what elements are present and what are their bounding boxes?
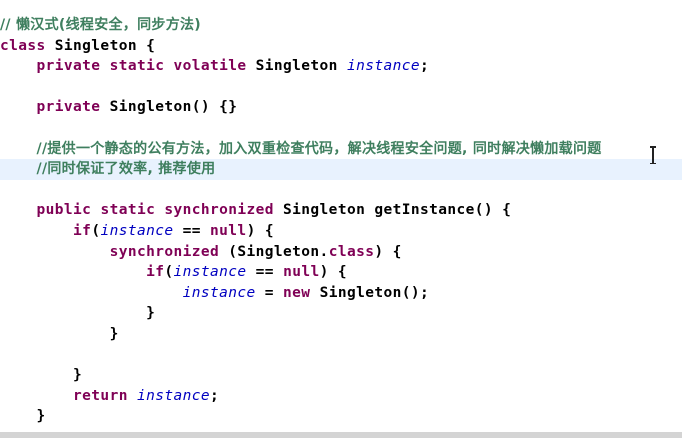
code-keyword: class (0, 37, 46, 54)
text-cursor-icon (650, 146, 656, 164)
code-keyword: if (146, 264, 165, 281)
code-text: } (146, 305, 156, 322)
code-text: } (36, 408, 46, 425)
code-line[interactable]: class Singleton { (0, 36, 682, 57)
code-text: ; (420, 58, 430, 75)
code-line[interactable]: synchronized (Singleton.class) { (0, 242, 682, 263)
code-text: (Singleton. (219, 243, 329, 260)
code-keyword: private static volatile (36, 58, 247, 75)
code-comment: // 懒汉式(线程安全，同步方法) (0, 17, 201, 33)
code-text: ) { (246, 223, 274, 239)
code-line[interactable] (0, 345, 682, 366)
code-line[interactable]: } (0, 365, 682, 386)
code-keyword: if (73, 223, 92, 239)
code-text: Singleton getInstance() { (273, 202, 512, 219)
code-text: } (73, 367, 83, 384)
code-keyword: new (283, 284, 311, 301)
code-line[interactable]: //同时保证了效率, 推荐使用 (0, 159, 682, 181)
code-line[interactable]: instance = new Singleton(); (0, 283, 682, 304)
code-keyword: class (328, 243, 375, 260)
code-keyword: null (283, 264, 320, 281)
code-keyword: return (73, 387, 128, 404)
code-line[interactable]: } (0, 324, 682, 345)
code-keyword: public static synchronized (36, 202, 274, 219)
code-line[interactable] (0, 118, 682, 139)
code-text: ) { (374, 243, 402, 260)
code-text: Singleton { (45, 37, 156, 54)
code-comment: //提供一个静态的公有方法，加入双重检查代码，解决线程安全问题, 同时解决懒加载… (36, 140, 602, 157)
code-keyword: synchronized (109, 243, 220, 260)
code-line[interactable]: private static volatile Singleton instan… (0, 56, 682, 77)
code-field: instance (182, 284, 256, 301)
code-text: == (173, 223, 211, 239)
code-line[interactable]: if(instance == null) { (0, 262, 682, 283)
code-text: ) { (319, 264, 347, 281)
code-line[interactable]: //提供一个静态的公有方法，加入双重检查代码，解决线程安全问题, 同时解决懒加载… (0, 139, 682, 160)
code-line[interactable]: } (0, 303, 682, 324)
code-comment: //同时保证了效率, 推荐使用 (36, 161, 216, 178)
horizontal-scrollbar[interactable] (0, 432, 682, 438)
code-line[interactable]: public static synchronized Singleton get… (0, 200, 682, 221)
code-line[interactable]: private Singleton() {} (0, 97, 682, 118)
code-line[interactable]: // 懒汉式(线程安全，同步方法) (0, 15, 682, 36)
code-field: instance (173, 264, 247, 281)
code-text: Singleton() {} (100, 99, 238, 116)
code-text: Singleton (246, 58, 347, 75)
code-line[interactable]: if(instance == null) { (0, 221, 682, 242)
code-text: = (255, 284, 284, 301)
code-text: } (109, 326, 119, 342)
code-line[interactable] (0, 180, 682, 201)
code-field: instance (346, 58, 420, 75)
code-field: instance (136, 387, 211, 404)
code-keyword: null (210, 223, 247, 239)
code-text: Singleton(); (310, 284, 430, 301)
code-editor[interactable]: // 懒汉式(线程安全，同步方法) class Singleton { priva… (0, 0, 682, 438)
code-keyword: private (36, 99, 101, 116)
code-line[interactable]: } (0, 406, 682, 427)
code-text: ; (210, 387, 220, 404)
code-line[interactable] (0, 77, 682, 98)
code-field: instance (100, 223, 174, 239)
code-line[interactable]: return instance; (0, 386, 682, 407)
code-text: == (246, 264, 284, 281)
